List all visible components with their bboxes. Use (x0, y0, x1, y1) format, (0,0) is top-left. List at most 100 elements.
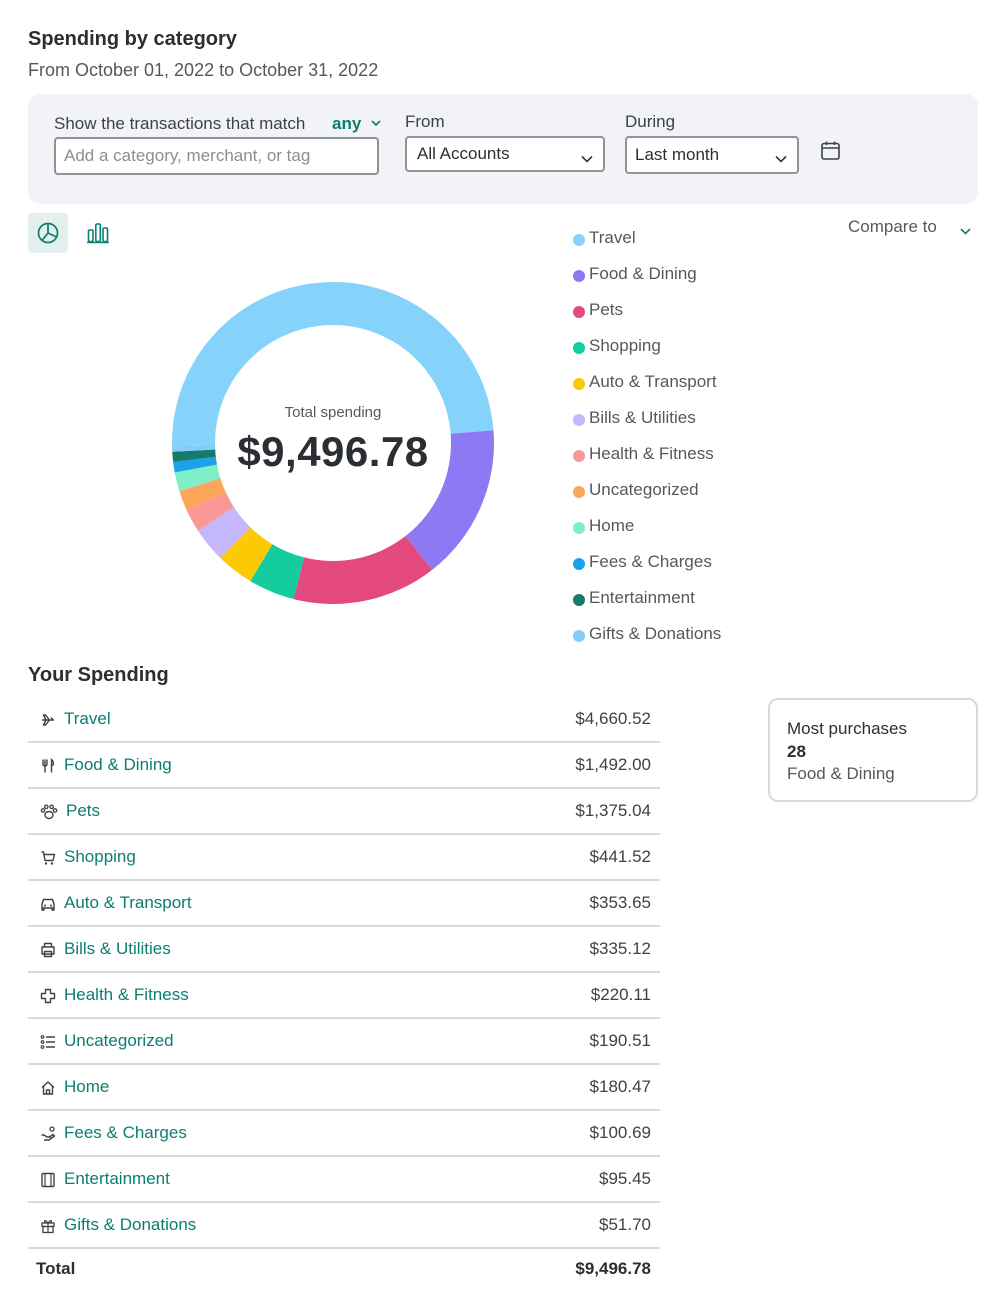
spending-row-uncategorized[interactable]: Uncategorized $190.51 (28, 1019, 660, 1065)
category-amount: $441.52 (589, 847, 651, 866)
spending-total-row: Total $9,496.78 (28, 1249, 660, 1289)
spending-row-auto-transport[interactable]: Auto & Transport $353.65 (28, 881, 660, 927)
bar-chart-icon (87, 223, 109, 244)
fee-hand-icon (40, 1126, 56, 1142)
category-amount: $4,660.52 (575, 709, 651, 728)
donut-slice-pets (293, 536, 432, 604)
spending-row-pets[interactable]: Pets $1,375.04 (28, 789, 660, 835)
filter-panel: Show the transactions that match any Fro… (28, 94, 978, 204)
category-amount: $100.69 (589, 1123, 651, 1142)
legend-dot (573, 522, 585, 534)
spending-row-food-dining[interactable]: Food & Dining $1,492.00 (28, 743, 660, 789)
total-amount: $9,496.78 (575, 1259, 651, 1278)
chevron-down-icon (775, 148, 787, 168)
legend-label: Pets (589, 300, 624, 319)
spending-row-travel[interactable]: Travel $4,660.52 (28, 697, 660, 743)
plane-icon (40, 712, 56, 728)
compare-to-dropdown[interactable]: Compare to (848, 217, 971, 237)
spending-row-gifts-donations[interactable]: Gifts & Donations $51.70 (28, 1203, 660, 1249)
category-amount: $180.47 (589, 1077, 651, 1096)
legend-dot (573, 234, 585, 246)
house-icon (40, 1080, 56, 1096)
legend-dot (573, 270, 585, 282)
during-label: During (625, 112, 676, 131)
bar-view-toggle[interactable] (78, 213, 118, 253)
legend-dot (573, 378, 585, 390)
legend-label: Health & Fitness (589, 444, 714, 463)
legend-dot (573, 450, 585, 462)
spending-row-bills-utilities[interactable]: Bills & Utilities $335.12 (28, 927, 660, 973)
match-mode-dropdown[interactable]: any (332, 114, 381, 134)
legend-label: Fees & Charges (589, 552, 712, 571)
legend-dot (573, 342, 585, 354)
category-amount: $220.11 (590, 985, 651, 1004)
category-link[interactable]: Pets (66, 801, 100, 821)
chevron-down-icon (960, 220, 971, 240)
list-icon (40, 1034, 56, 1050)
category-amount: $335.12 (589, 939, 651, 958)
gift-icon (40, 1218, 56, 1234)
period-select[interactable]: Last month (625, 136, 799, 174)
spending-row-home[interactable]: Home $180.47 (28, 1065, 660, 1111)
category-link[interactable]: Gifts & Donations (64, 1215, 196, 1235)
category-amount: $95.45 (599, 1169, 651, 1188)
legend-dot (573, 306, 585, 318)
legend-dot (573, 558, 585, 570)
category-link[interactable]: Uncategorized (64, 1031, 174, 1051)
legend-label: Travel (589, 228, 636, 247)
compare-to-label: Compare to (848, 217, 937, 236)
category-link[interactable]: Shopping (64, 847, 136, 867)
pie-view-toggle[interactable] (28, 213, 68, 253)
paw-icon (40, 804, 58, 820)
spending-row-fees-charges[interactable]: Fees & Charges $100.69 (28, 1111, 660, 1157)
category-link[interactable]: Food & Dining (64, 755, 172, 775)
chevron-down-icon (367, 116, 381, 130)
total-spending-label: Total spending (284, 404, 382, 421)
film-icon (40, 1172, 56, 1188)
legend-dot (573, 594, 585, 606)
match-mode-value: any (332, 114, 362, 133)
printer-icon (40, 942, 56, 958)
spending-row-entertainment[interactable]: Entertainment $95.45 (28, 1157, 660, 1203)
spending-row-health-fitness[interactable]: Health & Fitness $220.11 (28, 973, 660, 1019)
most-purchases-category: Food & Dining (787, 764, 895, 783)
pie-chart-icon (37, 222, 59, 244)
fork-knife-icon (40, 758, 56, 774)
category-link[interactable]: Bills & Utilities (64, 939, 171, 959)
donut-slice-travel (172, 281, 494, 447)
legend-label: Entertainment (589, 588, 695, 607)
from-label: From (405, 112, 445, 131)
legend-dot (573, 630, 585, 642)
category-link[interactable]: Entertainment (64, 1169, 170, 1189)
period-select-value: Last month (635, 145, 720, 164)
legend-label: Auto & Transport (589, 372, 717, 391)
total-label: Total (36, 1259, 76, 1278)
category-link[interactable]: Travel (64, 709, 111, 729)
category-amount: $1,492.00 (575, 755, 651, 774)
category-link[interactable]: Health & Fitness (64, 985, 189, 1005)
calendar-icon[interactable] (820, 140, 844, 164)
health-cross-icon (40, 988, 56, 1004)
spending-row-shopping[interactable]: Shopping $441.52 (28, 835, 660, 881)
date-range-subtitle: From October 01, 2022 to October 31, 202… (28, 60, 379, 80)
category-link[interactable]: Home (64, 1077, 109, 1097)
chevron-down-icon (581, 148, 593, 168)
category-amount: $353.65 (589, 893, 651, 912)
legend-label: Uncategorized (589, 480, 699, 499)
legend-dot (573, 486, 585, 498)
legend-dot (573, 414, 585, 426)
legend-label: Bills & Utilities (589, 408, 696, 427)
category-amount: $190.51 (589, 1031, 651, 1050)
account-select[interactable]: All Accounts (405, 136, 605, 172)
legend-label: Food & Dining (589, 264, 697, 283)
most-purchases-card: Most purchases 28 Food & Dining (768, 698, 978, 802)
category-link[interactable]: Fees & Charges (64, 1123, 187, 1143)
category-search-input[interactable] (54, 137, 379, 175)
category-amount: $51.70 (599, 1215, 651, 1234)
legend-label: Shopping (589, 336, 661, 355)
car-icon (40, 896, 56, 912)
category-amount: $1,375.04 (575, 801, 651, 820)
category-link[interactable]: Auto & Transport (64, 893, 192, 913)
legend-label: Home (589, 516, 635, 535)
most-purchases-count: 28 (787, 742, 806, 761)
